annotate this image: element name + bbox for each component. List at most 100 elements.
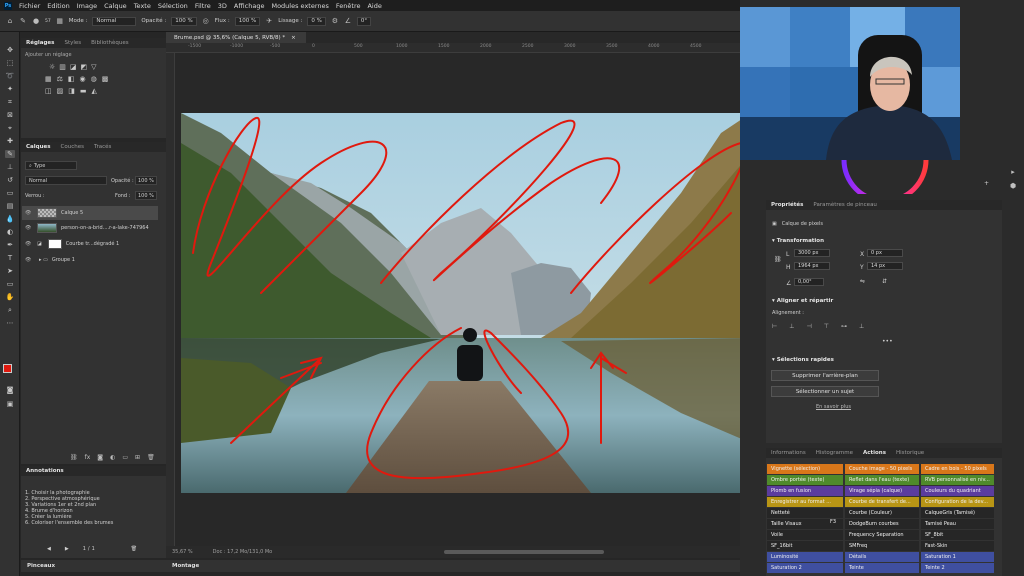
menu-item-affichage[interactable]: Affichage [234,2,265,10]
action-button[interactable]: Couleurs du quadriant [921,486,994,496]
stamp-tool-icon[interactable]: ⊥ [5,163,15,171]
tab-bibliotheques[interactable]: Bibliothèques [86,40,133,46]
close-icon[interactable]: × [291,35,296,41]
eyedropper-tool-icon[interactable]: ⌖ [5,124,15,132]
align-bottom-icon[interactable]: ⊥ [859,323,864,330]
menu-item-selection[interactable]: Sélection [158,2,188,10]
action-button[interactable]: Courbe (Couleur) [845,508,919,518]
move-tool-icon[interactable]: ✥ [5,46,15,54]
new-layer-icon[interactable]: ⊞ [135,454,140,461]
brush-preset-icon[interactable]: ● [32,17,40,25]
action-button[interactable]: Vignette (sélection) [767,464,843,474]
photo-filter-icon[interactable]: ◉ [80,75,86,83]
width-field[interactable]: 3000 px [794,249,830,257]
action-button[interactable]: SF_16bit [767,541,843,551]
trash-icon[interactable]: 🗑 [131,546,137,552]
more-tools-icon[interactable]: ⋯ [5,319,15,327]
tab-actions[interactable]: Actions [858,450,891,456]
align-top-icon[interactable]: ⊤ [824,323,829,330]
menu-item-texte[interactable]: Texte [134,2,151,10]
channel-mixer-icon[interactable]: ◍ [91,75,97,83]
align-center-h-icon[interactable]: ⊥ [789,323,794,330]
hue-saturation-icon[interactable]: ▦ [45,75,52,83]
canvas-image[interactable] [181,113,751,493]
levels-icon[interactable]: ▥ [59,63,66,71]
more-options-icon[interactable]: ••• [882,338,893,345]
fill-field[interactable]: 100 % [135,191,157,200]
frame-tool-icon[interactable]: ⊠ [5,111,15,119]
fx-icon[interactable]: fx [85,454,91,461]
action-button[interactable]: Enregistrer au format ... [767,497,843,507]
hand-tool-icon[interactable]: ✋ [5,293,15,301]
menu-item-fenetre[interactable]: Fenêtre [336,2,361,10]
menu-item-fichier[interactable]: Fichier [19,2,40,10]
tab-reglages[interactable]: Réglages [21,40,59,46]
flow-field[interactable]: 100 % [234,16,261,26]
align-right-icon[interactable]: ⊣ [806,323,811,330]
healing-tool-icon[interactable]: ✚ [5,137,15,145]
brush-tool-icon[interactable]: ✎ [5,150,15,158]
action-button[interactable]: RVB personnalisé en niv... [921,475,994,485]
type-tool-icon[interactable]: T [5,254,15,262]
visibility-eye-icon[interactable]: 👁 [25,225,31,231]
add-swatch-icon[interactable]: + [984,180,989,187]
action-button[interactable]: Luminosité [767,552,843,562]
foreground-color-swatch[interactable] [3,364,12,373]
add-mask-icon[interactable]: ◙ [97,454,103,461]
lasso-tool-icon[interactable]: ➰ [5,72,15,80]
action-button[interactable]: SMFreq [845,541,919,551]
layer-filter-dropdown[interactable]: ⌕ Type [25,161,77,170]
pressure-opacity-icon[interactable]: ◎ [202,17,210,25]
tab-parametres-pinceau[interactable]: Paramètres de pinceau [808,202,882,208]
invert-icon[interactable]: ◫ [45,87,52,95]
menu-item-edition[interactable]: Edition [47,2,70,10]
action-button[interactable]: Voile [767,530,843,540]
tab-proprietes[interactable]: Propriétés [766,202,808,208]
blur-tool-icon[interactable]: 💧 [5,215,15,223]
action-button[interactable]: Plomb en fusion [767,486,843,496]
eraser-tool-icon[interactable]: ▭ [5,189,15,197]
color-balance-icon[interactable]: ⚖ [57,75,63,83]
height-field[interactable]: 1964 px [794,262,830,270]
next-note-icon[interactable]: ▶ [65,546,69,552]
gradient-map-icon[interactable]: ▬ [80,87,87,95]
action-button[interactable]: DodgeBurn courbes [845,519,919,529]
blend-mode-dropdown[interactable]: Normal [25,176,107,185]
screen-mode-icon[interactable]: ▣ [5,400,15,408]
y-field[interactable]: 14 px [867,262,903,270]
home-icon[interactable]: ⌂ [6,17,14,25]
action-button[interactable]: Ombre portée (texte) [767,475,843,485]
select-subject-button[interactable]: Sélectionner un sujet [771,386,879,397]
menu-item-calque[interactable]: Calque [104,2,127,10]
link-layers-icon[interactable]: ⛓ [70,454,78,461]
align-center-v-icon[interactable]: ⊶ [841,323,847,330]
zoom-tool-icon[interactable]: ⌕ [5,306,15,314]
brightness-icon[interactable]: ☼ [49,63,55,71]
cube-icon[interactable]: ⬢ [1006,179,1020,193]
quick-mask-icon[interactable]: ◙ [5,386,15,394]
gear-icon[interactable]: ⚙ [331,17,339,25]
action-button[interactable]: Frequency Separation [845,530,919,540]
action-button[interactable]: SF_8bit [921,530,994,540]
path-select-tool-icon[interactable]: ➤ [5,267,15,275]
airbrush-icon[interactable]: ✈ [265,17,273,25]
visibility-eye-icon[interactable]: 👁 [25,210,31,216]
crop-tool-icon[interactable]: ⌗ [5,98,15,106]
trash-icon[interactable]: 🗑 [147,454,155,461]
action-button[interactable]: Tamisé Peau [921,519,994,529]
layer-row-group[interactable]: 👁 ▸ ▭ Groupe 1 [22,253,158,267]
new-group-icon[interactable]: ▭ [122,454,128,461]
visibility-eye-icon[interactable]: 👁 [25,241,31,247]
action-button[interactable]: Détails [845,552,919,562]
exposure-icon[interactable]: ◩ [81,63,88,71]
brush-tool-icon[interactable]: ✎ [19,17,27,25]
action-button[interactable]: Saturation 2 [767,563,843,573]
tab-calques[interactable]: Calques [21,144,56,150]
tab-traces[interactable]: Tracés [89,144,116,150]
document-tab[interactable]: Brume.psd @ 35,6% (Calque 5, RVB/8) * × [166,32,306,43]
zoom-level[interactable]: 35,67 % [172,549,193,555]
selective-color-icon[interactable]: ◭ [92,87,97,95]
shape-tool-icon[interactable]: ▭ [5,280,15,288]
menu-item-aide[interactable]: Aide [367,2,381,10]
vibrance-icon[interactable]: ▽ [91,63,96,71]
